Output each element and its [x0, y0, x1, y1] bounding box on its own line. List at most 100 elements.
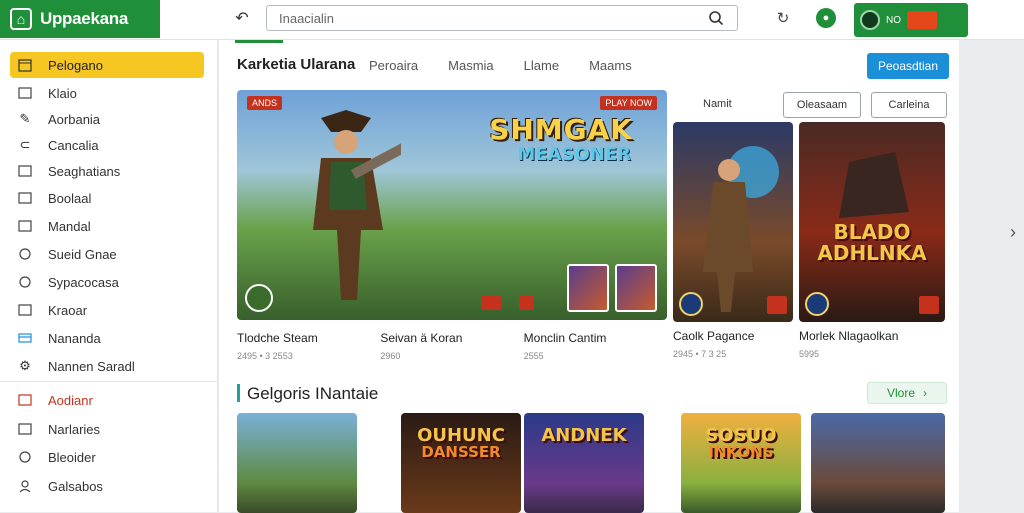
sidebar-item-2[interactable]: ✎ Aorbania	[10, 106, 204, 132]
game-meta: 2555	[523, 351, 544, 361]
game-grid-card[interactable]: OUHUNC DANSSER	[401, 413, 521, 513]
square-icon	[18, 303, 32, 317]
sidebar-item-7[interactable]: Sueid Gnae	[10, 241, 204, 267]
sidebar-item-12[interactable]: Aodianr	[10, 387, 204, 413]
view-more-button[interactable]: Vlore ›	[867, 382, 947, 404]
square-icon	[18, 422, 32, 436]
game-card[interactable]: Caolk Pagance 2945 • 7 3 25	[673, 122, 793, 359]
brand-logo-icon: ⌂	[10, 8, 32, 30]
sidebar-item-13[interactable]: Narlaries	[10, 416, 204, 442]
game-meta: 2960	[380, 351, 401, 361]
sidebar-item-label: Sypacocasa	[48, 274, 119, 290]
search-input[interactable]	[279, 10, 707, 26]
hero-info-item[interactable]: Tlodche Steam 2495 • 3 2553	[237, 324, 380, 361]
game-chip	[767, 296, 787, 314]
page-title: Karketia Ularana	[237, 56, 356, 73]
sidebar-item-3[interactable]: ⊂ Cancalia	[10, 132, 204, 158]
sidebar-item-11[interactable]: ⚙ Nannen Saradl	[10, 353, 204, 379]
account-badge: NO	[886, 14, 901, 26]
sidebar-item-label: Boolaal	[48, 190, 92, 206]
link-icon: ⊂	[19, 137, 31, 152]
top-bar: ⌂ Uppaekana ↶ ↻ ● NO	[0, 0, 1024, 40]
brand-name: Uppaekana	[40, 9, 129, 28]
filter-button-1[interactable]: Oleasaam	[783, 92, 861, 118]
game-grid-card[interactable]: ANDNEK	[524, 413, 644, 513]
sidebar-item-6[interactable]: Mandal	[10, 213, 204, 239]
game-grid-title: ANDNEK	[541, 425, 627, 446]
active-tab-indicator	[235, 40, 283, 43]
section-title: Gelgoris INantaie	[247, 384, 379, 403]
filter-button-2[interactable]: Carleina	[871, 92, 947, 118]
sidebar-item-14[interactable]: Bleoider	[10, 444, 204, 470]
chevron-right-icon[interactable]: ›	[1006, 220, 1020, 244]
sidebar-item-9[interactable]: Kraoar	[10, 297, 204, 323]
sidebar-item-10[interactable]: Nananda	[10, 325, 204, 351]
sidebar-item-8[interactable]: Sypacocasa	[10, 269, 204, 295]
tab-2[interactable]: Masmia	[448, 58, 494, 73]
hero-thumbnail[interactable]	[567, 264, 609, 312]
sidebar: Pelogano Klaio ✎ Aorbania ⊂ Cancalia Sea…	[0, 40, 218, 512]
hero-info-item[interactable]: Monclin Cantim 2555	[524, 324, 667, 361]
sidebar-item-5[interactable]: Boolaal	[10, 185, 204, 211]
hero-info-row: Tlodche Steam 2495 • 3 2553 Seivan ä Kor…	[237, 324, 667, 361]
hero-character-illustration	[313, 110, 401, 300]
hero-subtitle: MEASONER	[517, 144, 631, 165]
sidebar-item-label: Kraoar	[48, 302, 88, 318]
game-grid-card[interactable]	[811, 413, 945, 513]
chevron-right-icon: ›	[923, 386, 927, 400]
hero-thumbnails	[567, 264, 657, 312]
hero-avatar	[245, 284, 273, 312]
sidebar-item-15[interactable]: Galsabos	[10, 473, 204, 499]
game-meta: 5995	[799, 349, 820, 359]
search-icon[interactable]	[707, 9, 725, 27]
sidebar-item-1[interactable]: Klaio	[10, 80, 204, 106]
tab-4[interactable]: Maams	[589, 58, 632, 73]
square-icon	[18, 393, 32, 407]
main-panel: Karketia Ularana Peroaira Masmia Llame M…	[219, 40, 959, 513]
game-meta: 2495 • 3 2553	[237, 351, 293, 361]
hero-info-item[interactable]: Seivan ä Koran 2960	[380, 324, 523, 361]
avatar[interactable]	[860, 10, 880, 30]
hero-chip-1[interactable]	[481, 296, 502, 310]
square-icon	[18, 164, 32, 178]
sidebar-item-0[interactable]: Pelogano	[10, 52, 204, 78]
hero-tag-1: ANDS	[247, 96, 283, 110]
featured-banner[interactable]: ANDS PLAY NOW SHMGAK MEASONER	[237, 90, 667, 320]
brand[interactable]: ⌂ Uppaekana	[0, 0, 160, 38]
game-chip	[919, 296, 939, 314]
view-more-label: Vlore	[886, 386, 915, 400]
game-card[interactable]: BLADO ADHLNKA Morlek Nlagaolkan 5995	[799, 122, 945, 359]
primary-action-button[interactable]: Peoasdtian	[867, 53, 949, 79]
hero-title: SHMGAK	[489, 113, 633, 146]
tab-3[interactable]: Llame	[524, 58, 559, 73]
search-bar[interactable]	[266, 5, 738, 31]
sidebar-item-label: Pelogano	[48, 57, 103, 73]
tab-bar: Peroaira Masmia Llame Maams	[369, 58, 632, 73]
sidebar-item-4[interactable]: Seaghatians	[10, 158, 204, 184]
circle-icon	[18, 450, 32, 464]
hero-tag-2: PLAY NOW	[600, 96, 657, 110]
square-icon	[18, 219, 32, 233]
sidebar-item-label: Sueid Gnae	[48, 246, 117, 262]
square-icon	[18, 191, 32, 205]
account-panel[interactable]: NO	[854, 3, 968, 37]
undo-icon[interactable]: ↶	[232, 8, 252, 28]
notification-icon[interactable]: ●	[816, 8, 836, 28]
person-icon	[18, 479, 32, 493]
game-grid-card[interactable]: SOSUO INKONS	[681, 413, 801, 513]
sidebar-item-label: Mandal	[48, 218, 91, 234]
square-icon	[18, 86, 32, 100]
refresh-icon[interactable]: ↻	[774, 9, 792, 27]
game-title: Morlek Nlagaolkan	[799, 329, 899, 343]
hero-thumbnail[interactable]	[615, 264, 657, 312]
game-meta: 2945 • 7 3 25	[673, 349, 727, 359]
tab-1[interactable]: Peroaira	[369, 58, 418, 73]
game-badge	[805, 292, 829, 316]
sidebar-item-label: Klaio	[48, 85, 77, 101]
account-action-button[interactable]	[907, 11, 938, 29]
game-title: Caolk Pagance	[673, 329, 755, 343]
game-card-logo: BLADO ADHLNKA	[817, 220, 927, 265]
gear-icon: ⚙	[19, 358, 31, 373]
game-grid-card[interactable]	[237, 413, 357, 513]
hero-chip-2[interactable]	[519, 296, 535, 310]
